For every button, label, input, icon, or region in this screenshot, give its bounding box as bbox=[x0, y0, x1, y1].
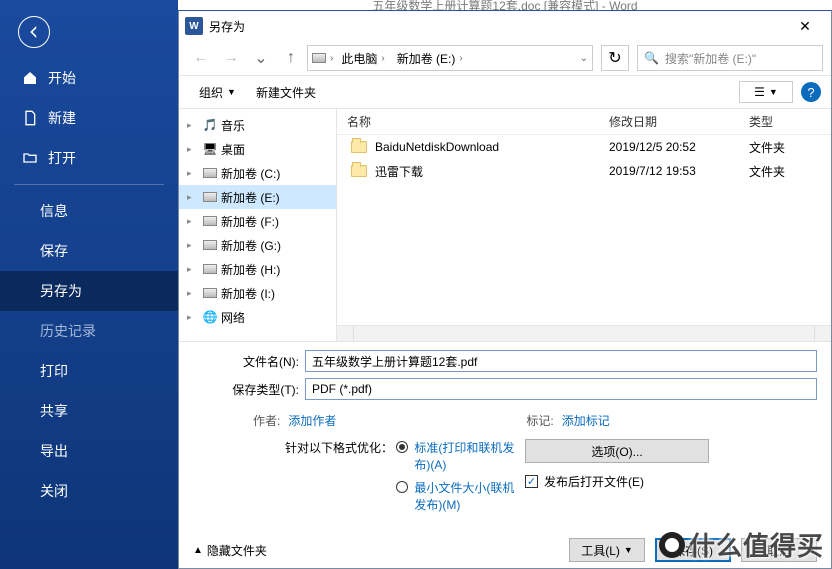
cancel-button[interactable]: 取消 bbox=[741, 538, 817, 562]
col-name[interactable]: 名称 bbox=[337, 113, 599, 130]
optimize-standard-radio[interactable]: 标准(打印和联机发布)(A) bbox=[396, 439, 516, 473]
word-icon: W bbox=[185, 17, 203, 35]
nav-forward-button[interactable]: → bbox=[217, 45, 245, 71]
tree-node[interactable]: ▸新加卷 (I:) bbox=[179, 281, 336, 305]
tree-node[interactable]: ▸新加卷 (C:) bbox=[179, 161, 336, 185]
folder-tree: ▸🎵音乐▸🖥桌面▸新加卷 (C:)▸新加卷 (E:)▸新加卷 (F:)▸新加卷 … bbox=[179, 109, 337, 341]
breadcrumb-device: 此电脑› bbox=[337, 50, 388, 67]
backstage-open[interactable]: 打开 bbox=[0, 138, 178, 178]
backstage-home[interactable]: 开始 bbox=[0, 58, 178, 98]
file-row[interactable]: 迅雷下载2019/7/12 19:53文件夹 bbox=[337, 159, 831, 183]
col-date[interactable]: 修改日期 bbox=[599, 113, 739, 130]
backstage-share[interactable]: 共享 bbox=[0, 391, 178, 431]
options-button[interactable]: 选项(O)... bbox=[525, 439, 709, 463]
nav-recent-button[interactable]: ⌄ bbox=[247, 45, 275, 71]
backstage-history[interactable]: 历史记录 bbox=[0, 311, 178, 351]
optimize-minimum-radio[interactable]: 最小文件大小(联机发布)(M) bbox=[396, 479, 516, 513]
home-icon bbox=[22, 70, 38, 86]
tools-button[interactable]: 工具(L) ▼ bbox=[569, 538, 645, 562]
app-titlebar: 五年级数学上册计算题12套.doc [兼容模式] - Word bbox=[178, 0, 832, 10]
tree-node[interactable]: ▸新加卷 (G:) bbox=[179, 233, 336, 257]
tree-node[interactable]: ▸🎵音乐 bbox=[179, 113, 336, 137]
help-button[interactable]: ? bbox=[801, 82, 821, 102]
horizontal-scrollbar[interactable] bbox=[337, 325, 831, 341]
nav-up-button[interactable]: ↑ bbox=[277, 45, 305, 71]
word-backstage-sidebar: 开始 新建 打开 信息 保存 另存为 历史记录 打印 共享 导出 关闭 bbox=[0, 0, 178, 569]
dialog-close-button[interactable]: ✕ bbox=[785, 11, 825, 41]
tree-node[interactable]: ▸🌐网络 bbox=[179, 305, 336, 329]
breadcrumb[interactable]: › 此电脑› 新加卷 (E:)› ⌄ bbox=[307, 45, 593, 71]
backstage-print[interactable]: 打印 bbox=[0, 351, 178, 391]
back-button[interactable] bbox=[18, 16, 50, 48]
backstage-info[interactable]: 信息 bbox=[0, 191, 178, 231]
tree-node[interactable]: ▸新加卷 (H:) bbox=[179, 257, 336, 281]
open-after-publish-checkbox[interactable]: ✓发布后打开文件(E) bbox=[525, 473, 817, 490]
tree-node[interactable]: ▸新加卷 (E:) bbox=[179, 185, 336, 209]
file-list: 名称 修改日期 类型 BaiduNetdiskDownload2019/12/5… bbox=[337, 109, 831, 341]
file-row[interactable]: BaiduNetdiskDownload2019/12/5 20:52文件夹 bbox=[337, 135, 831, 159]
tag-label: 标记: bbox=[526, 414, 553, 428]
add-author-link[interactable]: 添加作者 bbox=[288, 414, 336, 428]
tree-node[interactable]: ▸新加卷 (F:) bbox=[179, 209, 336, 233]
new-folder-button[interactable]: 新建文件夹 bbox=[246, 80, 326, 105]
backstage-saveas[interactable]: 另存为 bbox=[0, 271, 178, 311]
search-icon: 🔍 bbox=[644, 51, 659, 65]
organize-button[interactable]: 组织 ▼ bbox=[189, 80, 246, 105]
backstage-close[interactable]: 关闭 bbox=[0, 471, 178, 511]
breadcrumb-location: 新加卷 (E:)› bbox=[393, 50, 467, 67]
filename-label: 文件名(N): bbox=[193, 353, 305, 370]
backstage-new[interactable]: 新建 bbox=[0, 98, 178, 138]
hide-folders-button[interactable]: ▲ 隐藏文件夹 bbox=[193, 542, 267, 559]
drive-icon bbox=[312, 53, 326, 63]
open-icon bbox=[22, 150, 38, 166]
add-tag-link[interactable]: 添加标记 bbox=[562, 414, 610, 428]
backstage-export[interactable]: 导出 bbox=[0, 431, 178, 471]
save-button[interactable]: 保存(S) bbox=[655, 538, 731, 562]
author-label: 作者: bbox=[253, 414, 280, 428]
filetype-label: 保存类型(T): bbox=[193, 381, 305, 398]
view-mode-button[interactable]: ☰ ▼ bbox=[739, 81, 793, 103]
nav-back-button[interactable]: ← bbox=[187, 45, 215, 71]
refresh-button[interactable]: ↻ bbox=[601, 45, 629, 71]
col-type[interactable]: 类型 bbox=[739, 113, 831, 130]
backstage-save[interactable]: 保存 bbox=[0, 231, 178, 271]
search-input[interactable]: 🔍 搜索"新加卷 (E:)" bbox=[637, 45, 823, 71]
save-as-dialog: W 另存为 ✕ ← → ⌄ ↑ › 此电脑› 新加卷 (E:)› ⌄ ↻ 🔍 搜… bbox=[178, 10, 832, 569]
breadcrumb-dropdown-icon[interactable]: ⌄ bbox=[580, 53, 588, 64]
optimize-label: 针对以下格式优化： bbox=[207, 439, 393, 456]
filetype-select[interactable] bbox=[305, 378, 817, 400]
filename-input[interactable] bbox=[305, 350, 817, 372]
tree-node[interactable]: ▸🖥桌面 bbox=[179, 137, 336, 161]
dialog-title: 另存为 bbox=[209, 18, 245, 35]
new-icon bbox=[22, 110, 38, 126]
